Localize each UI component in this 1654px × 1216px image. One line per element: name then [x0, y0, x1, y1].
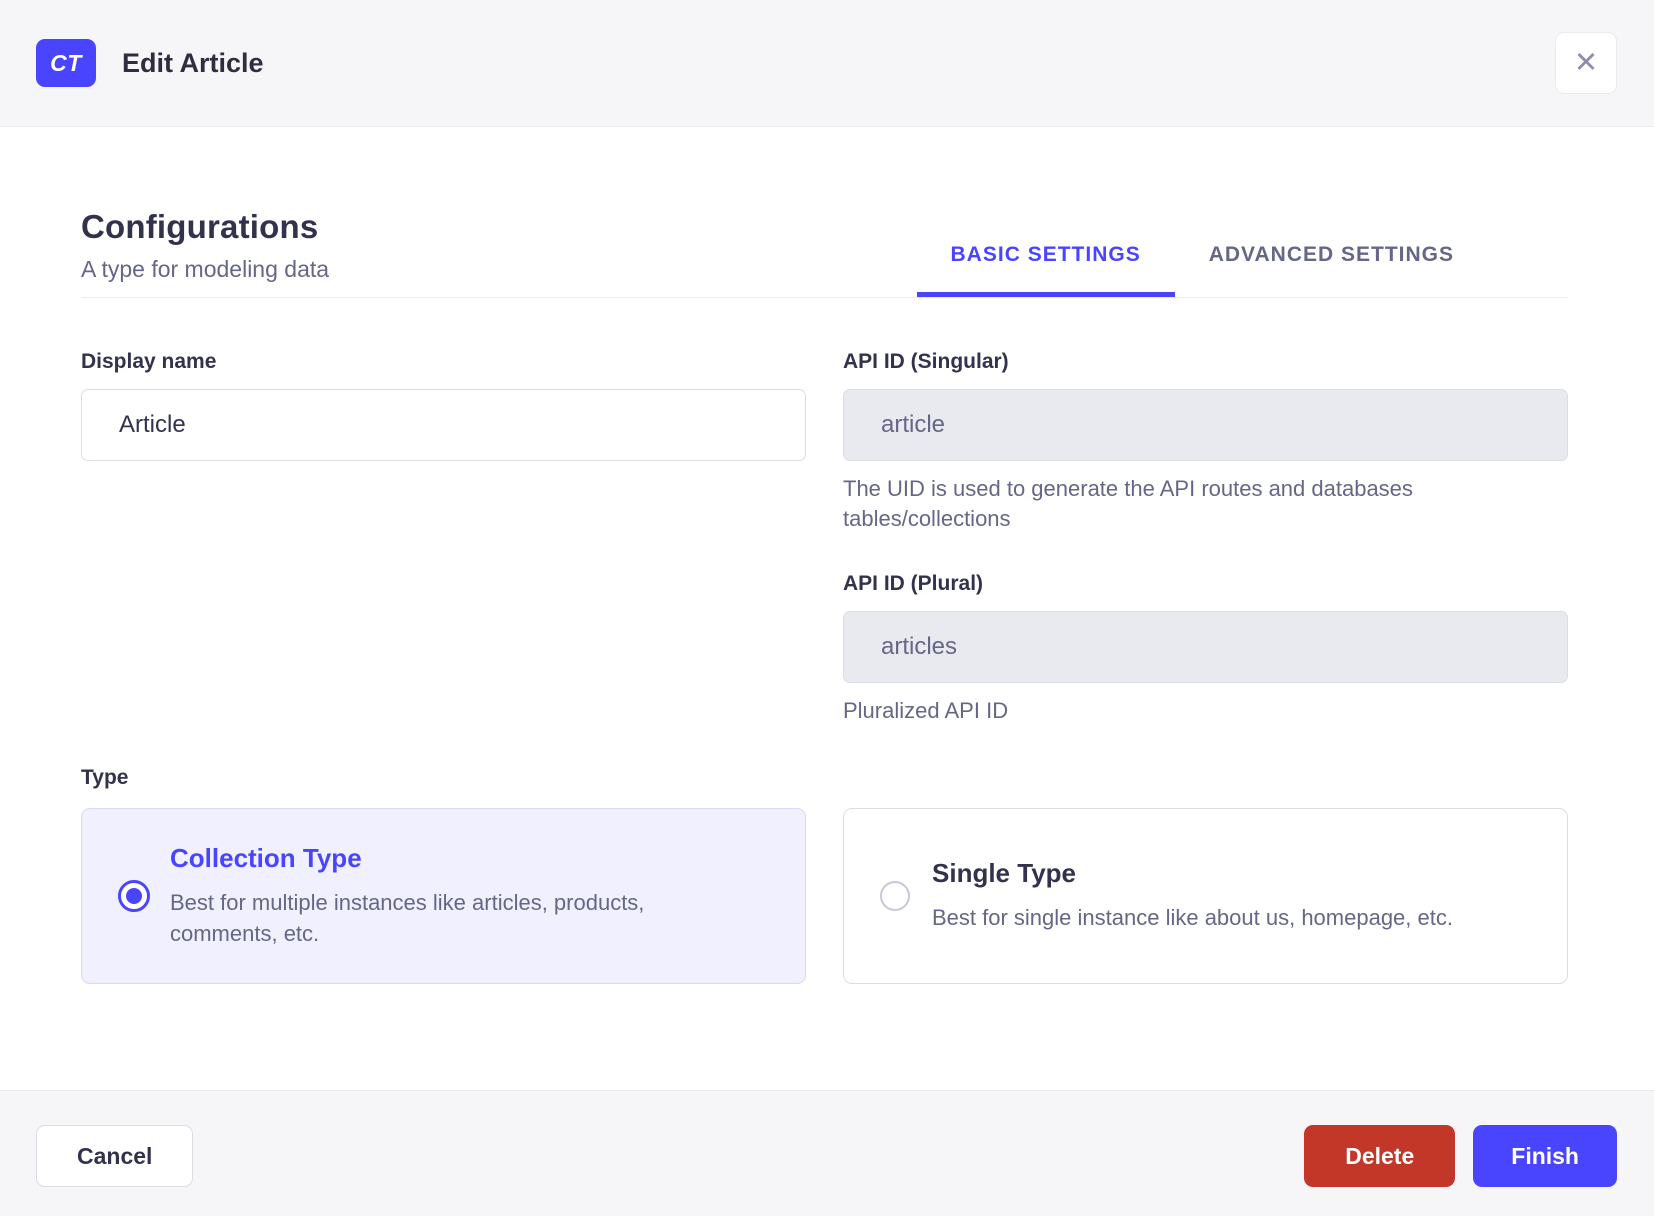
content-type-badge-icon: CT [36, 39, 96, 87]
configuration-form: Display name API ID (Singular) The UID i… [81, 350, 1568, 726]
tab-basic-settings[interactable]: BASIC SETTINGS [917, 243, 1175, 297]
collection-type-title: Collection Type [170, 842, 362, 873]
api-id-plural-label: API ID (Plural) [843, 571, 984, 595]
single-type-description: Best for single instance like about us, … [932, 905, 1453, 931]
type-cards: Collection Type Best for multiple instan… [81, 808, 1568, 985]
form-right-column: API ID (Singular) The UID is used to gen… [843, 350, 1568, 726]
api-id-singular-hint: The UID is used to generate the API rout… [843, 476, 1413, 532]
section-titles: Configurations A type for modeling data [81, 208, 329, 297]
api-id-singular-label: API ID (Singular) [843, 350, 1009, 373]
api-id-plural-field: API ID (Plural) Pluralized API ID [843, 572, 1568, 726]
page-subtitle: A type for modeling data [81, 256, 330, 282]
display-name-input[interactable] [81, 389, 806, 461]
delete-button[interactable]: Delete [1304, 1125, 1456, 1187]
type-label: Type [81, 766, 129, 790]
collection-type-radio[interactable] [118, 880, 150, 913]
collection-type-text: Collection Type Best for multiple instan… [170, 843, 730, 949]
single-type-title: Single Type [932, 858, 1076, 889]
section-head: Configurations A type for modeling data … [81, 208, 1568, 298]
type-section: Type Collection Type Best for multiple i… [81, 766, 1568, 1044]
footer-actions: Delete Finish [1304, 1125, 1617, 1187]
edit-content-type-modal: CT Edit Article ✕ Configurations A type … [0, 0, 1654, 1216]
modal-title: Edit Article [122, 47, 264, 78]
close-icon: ✕ [1573, 46, 1599, 79]
display-name-label: Display name [81, 350, 217, 373]
settings-tabs: BASIC SETTINGS ADVANCED SETTINGS [917, 243, 1488, 297]
api-id-plural-input [843, 610, 1568, 683]
api-id-plural-hint: Pluralized API ID [843, 697, 1009, 723]
single-type-radio[interactable] [880, 881, 910, 912]
cancel-button[interactable]: Cancel [36, 1125, 194, 1187]
form-left-column: Display name [81, 350, 806, 726]
modal-body: Configurations A type for modeling data … [0, 127, 1654, 1090]
api-id-singular-input [843, 389, 1568, 461]
modal-header: CT Edit Article ✕ [0, 0, 1654, 127]
radio-option-collection-type[interactable]: Collection Type Best for multiple instan… [81, 808, 806, 985]
api-id-singular-field: API ID (Singular) The UID is used to gen… [843, 350, 1568, 535]
page-title: Configurations [81, 208, 319, 245]
finish-button[interactable]: Finish [1473, 1125, 1617, 1187]
collection-type-description: Best for multiple instances like article… [170, 889, 645, 947]
display-name-field: Display name [81, 350, 806, 461]
tab-advanced-settings[interactable]: ADVANCED SETTINGS [1175, 243, 1488, 297]
close-button[interactable]: ✕ [1555, 32, 1617, 94]
modal-footer: Cancel Delete Finish [0, 1090, 1654, 1216]
single-type-text: Single Type Best for single instance lik… [932, 858, 1453, 933]
radio-option-single-type[interactable]: Single Type Best for single instance lik… [843, 808, 1568, 985]
